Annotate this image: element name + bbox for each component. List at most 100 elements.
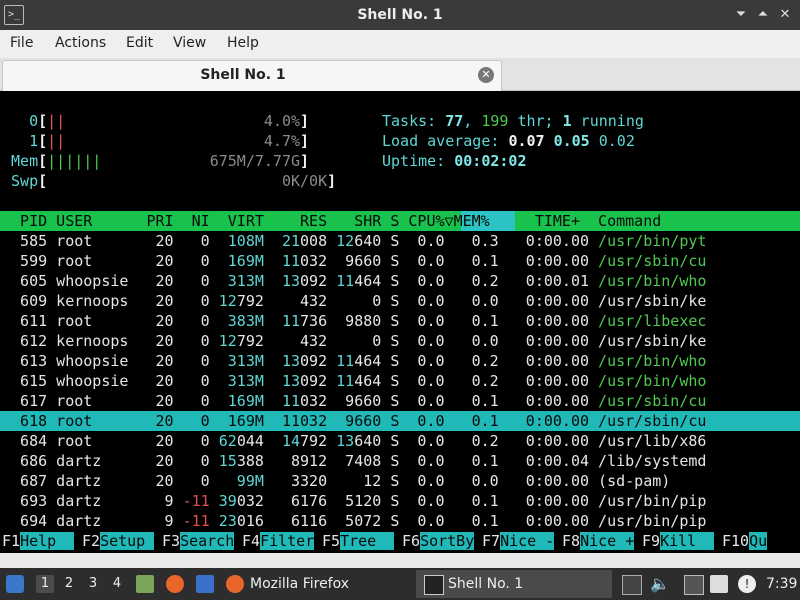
clock: 7:39 <box>766 576 798 592</box>
column-cpu[interactable]: CPU%▽ <box>399 212 453 230</box>
process-row[interactable]: 694 dartz 9 -11 23016 6116 5072 S 0.0 0.… <box>2 511 706 531</box>
network-icon[interactable] <box>684 575 704 595</box>
cpu-cell: 0.0 <box>399 372 445 390</box>
maximize-button[interactable]: ⏶ <box>752 0 774 30</box>
fkey-f9[interactable]: F9Kill <box>642 531 715 551</box>
fkey-action: Kill <box>660 532 715 550</box>
time-cell: 0:00.00 <box>498 312 590 330</box>
user-cell: root <box>47 312 138 330</box>
tray-app-icon[interactable] <box>622 575 642 595</box>
pri-cell: 20 <box>137 352 174 370</box>
res-cell: 6176 <box>263 492 328 510</box>
pid-cell: 684 <box>2 432 48 450</box>
cpu-cell: 0.0 <box>399 472 445 490</box>
process-row[interactable]: 618 root 20 0 169M 11032 9660 S 0.0 0.1 … <box>2 411 706 431</box>
menu-help[interactable]: Help <box>227 30 259 56</box>
tab-shell-1[interactable]: Shell No. 1 ✕ <box>2 60 502 91</box>
workspace-4[interactable]: 4 <box>108 575 126 593</box>
column-command[interactable]: Command <box>580 212 661 230</box>
process-row[interactable]: 613 whoopsie 20 0 313M 13092 11464 S 0.0… <box>2 351 706 371</box>
process-row[interactable]: 615 whoopsie 20 0 313M 13092 11464 S 0.0… <box>2 371 706 391</box>
res-cell: 432 <box>263 292 328 310</box>
terminal-area[interactable]: 0[|| 4.0%] 1[|| 4.7%] Mem[|||||| 675M/7.… <box>0 91 800 553</box>
shr-cell: 11464 <box>327 352 382 370</box>
process-row[interactable]: 611 root 20 0 383M 11736 9880 S 0.0 0.1 … <box>2 311 706 331</box>
column-res[interactable]: RES <box>264 212 327 230</box>
process-row[interactable]: 609 kernoops 20 0 12792 432 0 S 0.0 0.0 … <box>2 291 706 311</box>
fkey-f4[interactable]: F4Filter <box>242 531 315 551</box>
column-pid[interactable]: PID <box>2 212 47 230</box>
column-ni[interactable]: NI <box>174 212 210 230</box>
fkey-action: Nice - <box>500 532 555 550</box>
cpu-cell: 0.0 <box>399 352 445 370</box>
close-button[interactable]: ✕ <box>774 0 796 30</box>
column-virt[interactable]: VIRT <box>210 212 264 230</box>
fkey-f8[interactable]: F8Nice + <box>562 531 635 551</box>
fkey-f7[interactable]: F7Nice - <box>482 531 555 551</box>
workspace-2[interactable]: 2 <box>60 575 78 593</box>
pri-cell: 20 <box>137 252 174 270</box>
minimize-button[interactable]: ⏷ <box>730 0 752 30</box>
process-row[interactable]: 687 dartz 20 0 99M 3320 12 S 0.0 0.0 0:0… <box>2 471 670 491</box>
column-shr[interactable]: SHR <box>327 212 381 230</box>
column-pri[interactable]: PRI <box>137 212 173 230</box>
pid-cell: 611 <box>2 312 48 330</box>
shr-cell: 9880 <box>327 312 382 330</box>
column-time[interactable]: TIME+ <box>490 212 580 230</box>
ni-cell: 0 <box>173 392 210 410</box>
file-manager-icon[interactable] <box>136 575 154 593</box>
res-cell: 6116 <box>263 512 328 530</box>
workspace-1[interactable]: 1 <box>36 575 54 593</box>
tab-label: Shell No. 1 <box>200 67 286 83</box>
process-row[interactable]: 684 root 20 0 62044 14792 13640 S 0.0 0.… <box>2 431 706 451</box>
shr-cell: 11464 <box>327 372 382 390</box>
terminal-task-label: Shell No. 1 <box>448 576 524 592</box>
process-row[interactable]: 612 kernoops 20 0 12792 432 0 S 0.0 0.0 … <box>2 331 706 351</box>
fkey-f10[interactable]: F10Qu <box>722 531 768 551</box>
command-cell: (sd-pam) <box>589 472 671 490</box>
process-row[interactable]: 605 whoopsie 20 0 313M 13092 11464 S 0.0… <box>2 271 706 291</box>
process-row[interactable]: 693 dartz 9 -11 39032 6176 5120 S 0.0 0.… <box>2 491 706 511</box>
process-row[interactable]: 585 root 20 0 108M 21008 12640 S 0.0 0.3… <box>2 231 706 251</box>
fkey-f2[interactable]: F2Setup <box>82 531 155 551</box>
fkey-label: F8 <box>562 532 581 550</box>
workspace-3[interactable]: 3 <box>84 575 102 593</box>
menu-edit[interactable]: Edit <box>126 30 153 56</box>
menu-file[interactable]: File <box>10 30 33 56</box>
process-row[interactable]: 686 dartz 20 0 15388 8912 7408 S 0.0 0.1… <box>2 451 706 471</box>
time-cell: 0:00.00 <box>498 252 590 270</box>
process-row[interactable]: 599 root 20 0 169M 11032 9660 S 0.0 0.1 … <box>2 251 706 271</box>
column-user[interactable]: USER <box>47 212 137 230</box>
virt-cell: 169M <box>209 252 264 270</box>
fkey-f6[interactable]: F6SortBy <box>402 531 475 551</box>
show-desktop-icon[interactable] <box>196 575 214 593</box>
fkey-f1[interactable]: F1Help <box>2 531 75 551</box>
command-cell: /lib/systemd <box>589 452 707 470</box>
start-menu-icon[interactable] <box>6 575 24 593</box>
mem-cell: 0.1 <box>444 392 499 410</box>
uptime: Uptime: 00:02:02 <box>382 152 527 170</box>
ni-cell: 0 <box>173 432 210 450</box>
firefox-launcher-icon[interactable] <box>166 575 184 593</box>
menu-actions[interactable]: Actions <box>55 30 106 56</box>
res-cell: 432 <box>263 332 328 350</box>
volume-icon[interactable]: 🔈 <box>650 568 670 600</box>
fkey-label: F3 <box>162 532 181 550</box>
pri-cell: 20 <box>137 272 174 290</box>
cpu-cell: 0.0 <box>399 312 445 330</box>
state-cell: S <box>381 412 400 430</box>
fkey-f5[interactable]: F5Tree <box>322 531 395 551</box>
notification-icon[interactable]: ! <box>738 575 756 593</box>
pid-cell: 694 <box>2 512 48 530</box>
tab-close-icon[interactable]: ✕ <box>478 67 494 83</box>
state-cell: S <box>381 432 400 450</box>
user-cell: root <box>47 252 138 270</box>
firefox-task-label[interactable]: Mozilla Firefox <box>250 568 349 600</box>
clipboard-icon[interactable] <box>710 575 728 593</box>
ni-cell: 0 <box>173 372 210 390</box>
column-s[interactable]: S <box>381 212 399 230</box>
fkey-f3[interactable]: F3Search <box>162 531 235 551</box>
process-row[interactable]: 617 root 20 0 169M 11032 9660 S 0.0 0.1 … <box>2 391 706 411</box>
menu-view[interactable]: View <box>173 30 206 56</box>
column-mem[interactable]: MEM% <box>454 212 490 230</box>
